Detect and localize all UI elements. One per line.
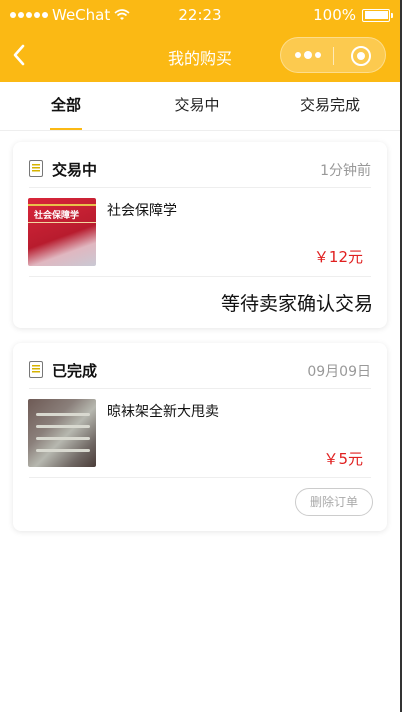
battery-status: 100% [313, 6, 393, 24]
nav-bar: 我的购买 [0, 30, 400, 82]
order-card-header: 已完成 09月09日 [29, 359, 371, 383]
order-card[interactable]: 交易中 1分钟前 社会保障学 社会保障学 ￥12元 等待卖家确认交易 [13, 142, 387, 328]
battery-icon [362, 8, 393, 22]
divider [29, 388, 371, 389]
transaction-state: 等待卖家确认交易 [220, 293, 373, 315]
item-name[interactable]: 晾袜架全新大甩卖 [107, 401, 219, 421]
order-tabs: 全部 交易中 交易完成 [0, 82, 400, 131]
tab-all[interactable]: 全部 [16, 82, 116, 130]
capsule-divider [333, 47, 334, 65]
divider [29, 276, 371, 277]
delete-order-button[interactable]: 删除订单 [295, 488, 373, 516]
order-card[interactable]: 已完成 09月09日 晾袜架全新大甩卖 ￥5元 删除订单 [13, 343, 387, 531]
order-list: 交易中 1分钟前 社会保障学 社会保障学 ￥12元 等待卖家确认交易 已完成 0… [0, 131, 400, 712]
divider [29, 187, 371, 188]
item-price: ￥5元 [323, 450, 363, 468]
item-thumbnail[interactable] [28, 399, 96, 467]
book-cover-title: 社会保障学 [34, 211, 80, 221]
more-menu-icon[interactable] [295, 51, 321, 59]
tab-completed-label: 交易完成 [299, 96, 360, 114]
item-name[interactable]: 社会保障学 [107, 200, 177, 220]
order-status: 已完成 [52, 362, 98, 380]
item-thumbnail[interactable]: 社会保障学 [28, 198, 96, 266]
divider [29, 477, 371, 478]
order-time: 1分钟前 [320, 163, 371, 179]
active-tab-indicator [50, 128, 82, 130]
miniprogram-capsule [280, 37, 386, 73]
tab-all-label: 全部 [50, 96, 81, 114]
app-screen: WeChat 22:23 100% 我的购买 全部 交易中 交易完成 交易中 1… [0, 0, 402, 712]
order-time: 09月09日 [307, 364, 371, 380]
tab-completed[interactable]: 交易完成 [280, 82, 380, 130]
item-price: ￥12元 [313, 248, 363, 266]
close-target-icon[interactable] [351, 46, 371, 66]
battery-percent: 100% [313, 6, 356, 24]
document-icon [29, 361, 43, 378]
order-status: 交易中 [52, 161, 98, 179]
tab-in-progress-label: 交易中 [174, 96, 220, 114]
tab-in-progress[interactable]: 交易中 [147, 82, 247, 130]
status-bar: WeChat 22:23 100% [0, 0, 400, 30]
document-icon [29, 160, 43, 177]
order-card-header: 交易中 1分钟前 [29, 158, 371, 182]
